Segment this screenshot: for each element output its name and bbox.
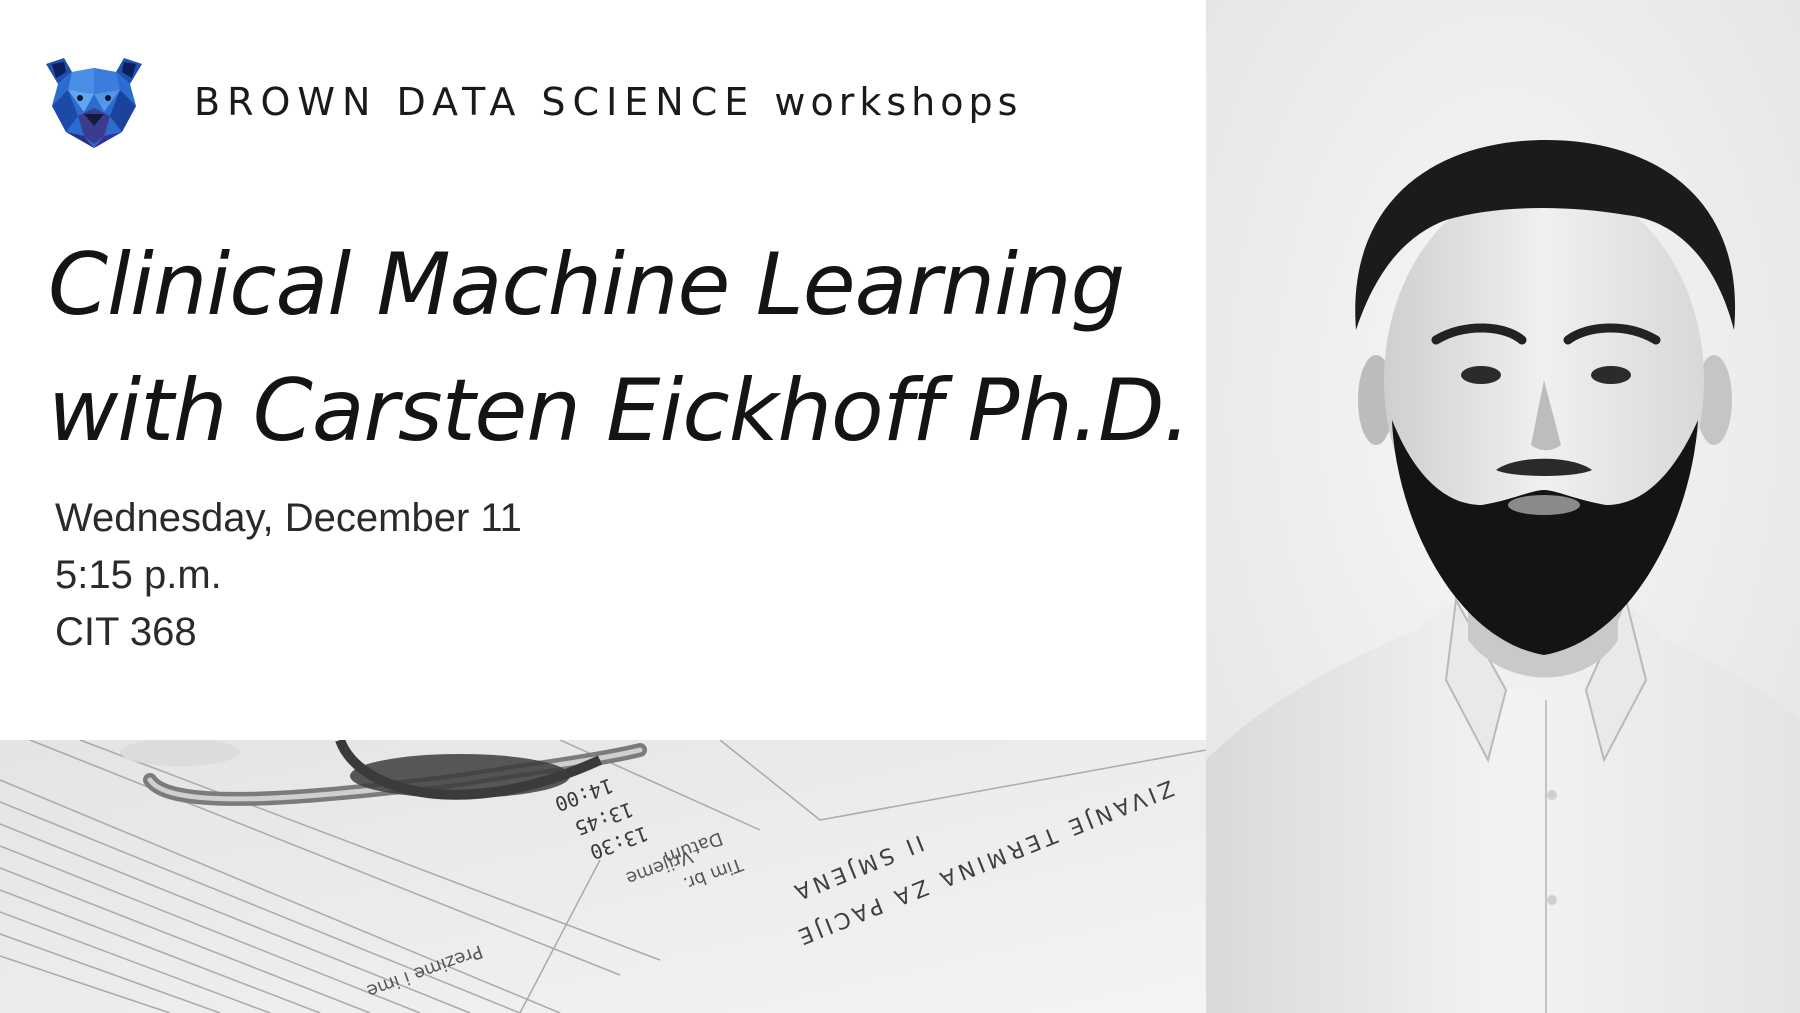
event-title-line-1: Clinical Machine Learning — [48, 235, 1125, 335]
brand-title: BROWN DATA SCIENCE workshops — [194, 80, 1022, 124]
event-details: Wednesday, December 11 5:15 p.m. CIT 368 — [55, 490, 522, 661]
event-location: CIT 368 — [55, 610, 197, 654]
event-title: Clinical Machine Learning with Carsten E… — [48, 222, 1191, 474]
speaker-portrait-photo — [1206, 0, 1800, 1013]
brand-header: BROWN DATA SCIENCE workshops — [38, 52, 1022, 152]
document-stethoscope-photo: 14:00 13:45 13:30 Vrijeme Datum Tim br. … — [0, 740, 1206, 1013]
brand-title-caps: BROWN DATA SCIENCE — [194, 80, 756, 124]
event-date: Wednesday, December 11 — [55, 496, 522, 540]
event-title-line-2: with Carsten Eickhoff Ph.D. — [48, 361, 1191, 461]
bear-logo-icon — [46, 58, 142, 148]
event-time: 5:15 p.m. — [55, 553, 222, 597]
brand-title-suffix: workshops — [774, 80, 1023, 124]
